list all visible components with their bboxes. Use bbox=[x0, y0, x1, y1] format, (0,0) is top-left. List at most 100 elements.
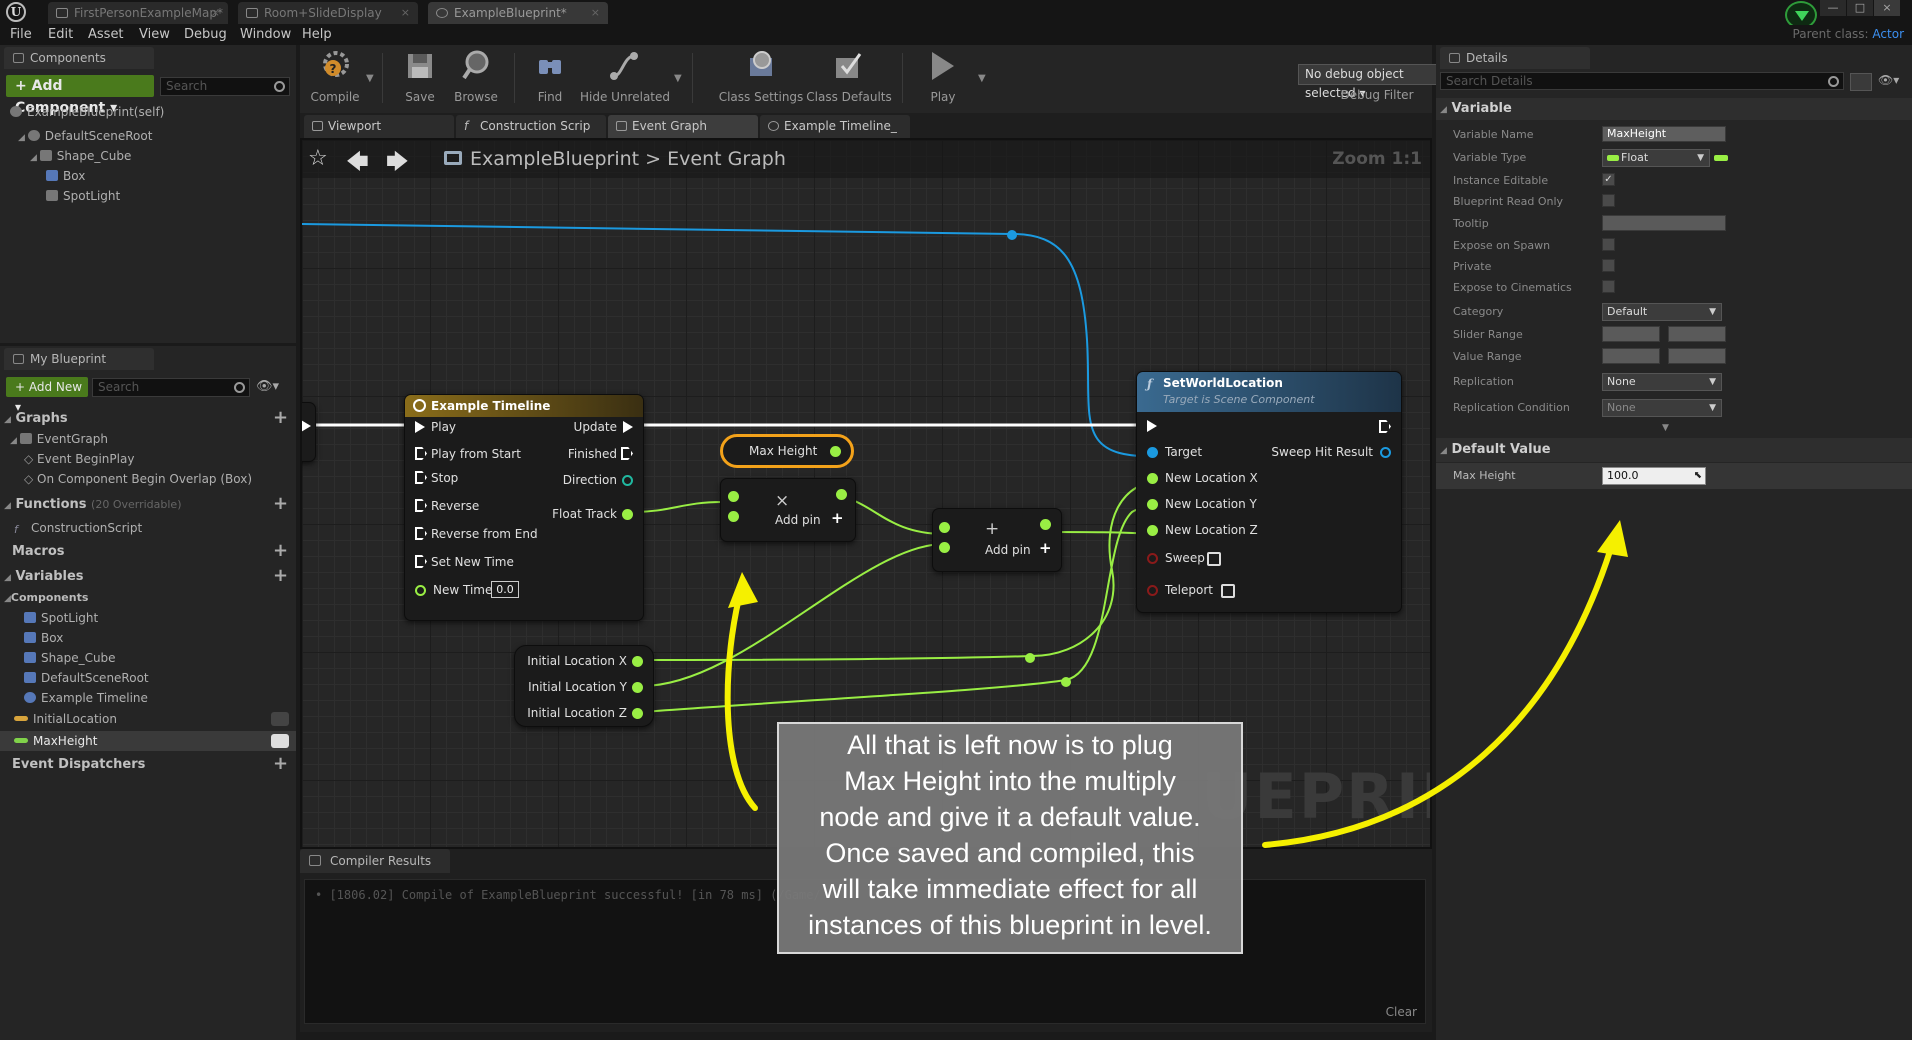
tree-item-spotlight[interactable]: SpotLight bbox=[46, 189, 120, 203]
my-blueprint-search-input[interactable]: Search bbox=[92, 378, 250, 397]
stop-pin[interactable] bbox=[415, 471, 427, 484]
minimize-button[interactable]: — bbox=[1820, 0, 1846, 16]
add-dispatcher-icon[interactable]: + bbox=[273, 755, 288, 773]
event-beginplay-item[interactable]: ◇ Event BeginPlay bbox=[24, 452, 134, 466]
parent-class-value[interactable]: Actor bbox=[1872, 27, 1904, 41]
class-defaults-button[interactable]: Class Defaults bbox=[806, 48, 892, 110]
functions-header[interactable]: ◢ Functions (20 Overridable) bbox=[4, 497, 181, 512]
add-graph-icon[interactable]: + bbox=[273, 409, 288, 427]
max-height-out-pin[interactable] bbox=[830, 446, 841, 457]
tree-item-box[interactable]: Box bbox=[46, 169, 85, 183]
event-overlap-item[interactable]: ◇ On Component Begin Overlap (Box) bbox=[24, 472, 252, 486]
components-search-input[interactable]: Search bbox=[160, 77, 290, 96]
details-tab[interactable]: Details bbox=[1440, 47, 1590, 69]
eye-icon[interactable]: 👁▾ bbox=[256, 379, 279, 394]
save-button[interactable]: Save bbox=[392, 48, 448, 110]
initial-location-x-pin[interactable] bbox=[632, 656, 643, 667]
set-world-location-node[interactable]: ƒ SetWorldLocation Target is Scene Compo… bbox=[1136, 371, 1402, 613]
drag-value-icon[interactable]: ⬉ bbox=[1694, 468, 1702, 484]
hide-unrelated-button[interactable]: Hide Unrelated bbox=[580, 48, 670, 110]
category-select[interactable]: Default ▼ bbox=[1602, 303, 1722, 321]
teleport-pin[interactable] bbox=[1147, 585, 1158, 596]
new-location-y-pin[interactable] bbox=[1147, 499, 1158, 510]
variable-section-header[interactable]: ◢ Variable bbox=[1436, 98, 1912, 120]
float-track-pin[interactable] bbox=[622, 509, 633, 520]
tab-example-timeline[interactable]: Example Timeline_ bbox=[760, 115, 910, 138]
tree-item-defaultsceneroot[interactable]: ◢ DefaultSceneRoot bbox=[18, 129, 152, 143]
add-in-a-pin[interactable] bbox=[939, 522, 950, 533]
new-time-input[interactable]: 0.0 bbox=[491, 581, 519, 598]
play-options-icon[interactable]: ▼ bbox=[978, 73, 986, 84]
menu-window[interactable]: Window bbox=[240, 27, 291, 42]
menu-help[interactable]: Help bbox=[302, 27, 332, 42]
tree-item-shape-cube[interactable]: ◢ Shape_Cube bbox=[30, 149, 131, 163]
compiler-results-tab[interactable]: Compiler Results bbox=[300, 849, 450, 873]
update-pin[interactable] bbox=[623, 421, 633, 433]
add-pin-button[interactable]: Add pin bbox=[775, 513, 821, 527]
value-range-min-input[interactable] bbox=[1602, 348, 1660, 364]
visibility-eye-icon[interactable] bbox=[271, 712, 289, 726]
add-macro-icon[interactable]: + bbox=[273, 542, 288, 560]
menu-file[interactable]: File bbox=[10, 27, 32, 42]
graphs-header[interactable]: ◢ Graphs bbox=[4, 411, 68, 426]
container-type-icon[interactable] bbox=[1714, 155, 1728, 161]
debug-object-select[interactable]: No debug object selected ▾ bbox=[1298, 64, 1456, 100]
set-new-time-pin[interactable] bbox=[415, 555, 427, 568]
compile-button[interactable]: ? Compile bbox=[300, 48, 370, 110]
find-button[interactable]: Find bbox=[522, 48, 578, 110]
add-pin-icon[interactable]: + bbox=[831, 509, 844, 527]
instance-editable-checkbox[interactable]: ✓ bbox=[1602, 173, 1615, 186]
close-icon[interactable]: × bbox=[401, 2, 410, 24]
replication-condition-select[interactable]: None ▼ bbox=[1602, 399, 1722, 417]
exec-out-pin[interactable] bbox=[1379, 420, 1391, 433]
variables-header[interactable]: ◢ Variables bbox=[4, 569, 84, 584]
expose-on-spawn-checkbox[interactable] bbox=[1602, 238, 1615, 251]
clear-button[interactable]: Clear bbox=[1386, 1005, 1417, 1019]
menu-asset[interactable]: Asset bbox=[88, 27, 124, 42]
var-maxheight[interactable]: MaxHeight bbox=[0, 731, 296, 751]
var-box[interactable]: Box bbox=[24, 631, 63, 645]
max-height-getter-node[interactable]: Max Height bbox=[720, 434, 854, 468]
new-time-pin[interactable] bbox=[415, 585, 426, 596]
dispatchers-header[interactable]: Event Dispatchers bbox=[12, 757, 145, 772]
partial-event-node[interactable] bbox=[302, 402, 316, 462]
tab-construction-script[interactable]: f Construction Scrip bbox=[456, 115, 606, 138]
advanced-expand-icon[interactable]: ▼ bbox=[1662, 423, 1669, 433]
multiply-node[interactable]: × Add pin + bbox=[720, 478, 856, 542]
var-spotlight[interactable]: SpotLight bbox=[24, 611, 98, 625]
var-initiallocation[interactable]: InitialLocation bbox=[14, 712, 117, 726]
replication-select[interactable]: None ▼ bbox=[1602, 373, 1722, 391]
max-height-input[interactable]: 100.0 ⬉ bbox=[1602, 467, 1706, 485]
new-location-z-pin[interactable] bbox=[1147, 525, 1158, 536]
slider-range-min-input[interactable] bbox=[1602, 326, 1660, 342]
compile-options-icon[interactable]: ▼ bbox=[366, 73, 374, 84]
doc-tab-firstperson-map[interactable]: FirstPersonExampleMap* × bbox=[48, 2, 228, 24]
add-function-icon[interactable]: + bbox=[273, 495, 288, 513]
macros-header[interactable]: Macros bbox=[12, 544, 65, 559]
exec-in-pin[interactable] bbox=[1147, 420, 1157, 432]
close-window-button[interactable]: × bbox=[1874, 0, 1900, 16]
reverse-pin[interactable] bbox=[415, 499, 427, 512]
teleport-checkbox[interactable] bbox=[1221, 584, 1235, 598]
tab-viewport[interactable]: Viewport bbox=[304, 115, 454, 138]
direction-pin[interactable] bbox=[622, 475, 633, 486]
close-icon[interactable]: × bbox=[591, 2, 600, 24]
multiply-out-pin[interactable] bbox=[836, 489, 847, 500]
details-search-input[interactable]: Search Details bbox=[1440, 72, 1844, 90]
example-timeline-node[interactable]: Example Timeline Play Play from Start St… bbox=[404, 394, 644, 621]
sweep-pin[interactable] bbox=[1147, 553, 1158, 564]
property-matrix-icon[interactable] bbox=[1850, 73, 1872, 91]
variable-type-select[interactable]: Float ▼ bbox=[1602, 149, 1710, 167]
components-var-header[interactable]: ◢Components bbox=[4, 591, 88, 604]
add-pin-icon[interactable]: + bbox=[1039, 539, 1052, 557]
sweep-checkbox[interactable] bbox=[1207, 552, 1221, 566]
blueprint-read-only-checkbox[interactable] bbox=[1602, 194, 1615, 207]
initial-location-node[interactable]: Initial Location X Initial Location Y In… bbox=[514, 645, 654, 727]
multiply-in-b-pin[interactable] bbox=[728, 511, 739, 522]
my-blueprint-tab[interactable]: My Blueprint bbox=[4, 348, 154, 370]
add-node[interactable]: + Add pin + bbox=[932, 508, 1062, 572]
slider-range-max-input[interactable] bbox=[1668, 326, 1726, 342]
doc-tab-example-blueprint[interactable]: ExampleBlueprint* × bbox=[428, 2, 608, 24]
add-pin-button[interactable]: Add pin bbox=[985, 543, 1031, 557]
play-pin[interactable] bbox=[415, 421, 425, 433]
